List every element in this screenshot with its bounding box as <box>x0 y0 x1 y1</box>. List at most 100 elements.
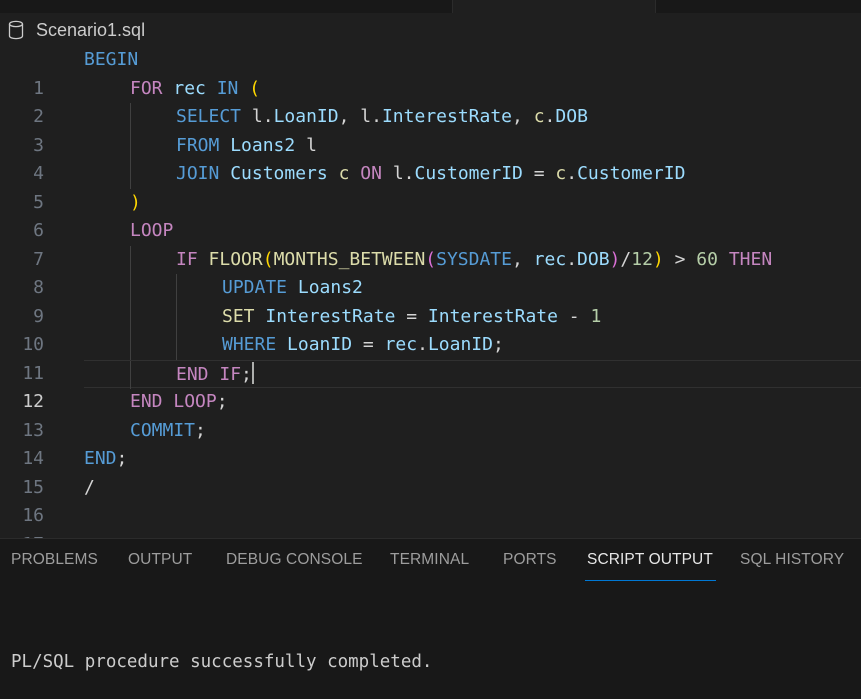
token: ; <box>216 391 228 412</box>
text-cursor <box>251 362 254 384</box>
token: LoanID <box>287 334 353 355</box>
code-line[interactable]: 6 ) <box>0 189 861 242</box>
code-line[interactable]: 8 IF FLOOR(MONTHS_BETWEEN(SYSDATE, rec.D… <box>0 245 861 298</box>
code-line[interactable]: 13 END LOOP; <box>0 388 861 441</box>
token: IF <box>176 248 198 270</box>
tab-debug-console[interactable]: DEBUG CONSOLE <box>226 551 363 569</box>
code-line[interactable]: 9 UPDATE Loans2 <box>0 274 861 327</box>
indent-guide <box>130 131 131 160</box>
code-line[interactable]: 15 END; <box>0 445 861 498</box>
token: c <box>533 106 545 127</box>
token: = <box>352 334 385 355</box>
token: IN <box>216 77 239 99</box>
token: l <box>306 134 317 156</box>
code-line[interactable]: 2 FOR rec IN ( <box>0 75 861 128</box>
token: = <box>395 305 428 327</box>
indent-guide <box>130 274 131 303</box>
token: SELECT <box>176 106 242 127</box>
token: l <box>392 163 404 184</box>
code-line[interactable]: 3 SELECT l.LoanID, l.InterestRate, c.DOB <box>0 103 861 156</box>
tab-ports[interactable]: PORTS <box>503 551 557 569</box>
token: InterestRate <box>265 305 396 327</box>
token: InterestRate <box>381 106 513 127</box>
token: CustomerID <box>414 163 523 184</box>
token: c <box>338 163 350 184</box>
token: ; <box>116 448 128 469</box>
token: , <box>512 106 534 127</box>
editor-tab[interactable] <box>452 0 656 13</box>
code-line-current[interactable]: 12 END IF; <box>0 359 861 412</box>
token: DOB <box>577 248 610 270</box>
token: > <box>663 248 697 270</box>
token: ; <box>492 334 504 355</box>
panel-tab-bar: PROBLEMS OUTPUT DEBUG CONSOLE TERMINAL P… <box>0 539 861 583</box>
indent-guide <box>130 302 131 331</box>
indent-guide <box>130 160 131 189</box>
indent-guide <box>130 331 131 360</box>
code-line[interactable]: 11 WHERE LoanID = rec.LoanID; <box>0 331 861 384</box>
token: BEGIN <box>84 49 139 70</box>
code-editor[interactable]: 1 BEGIN 2 FOR rec IN ( 3 SELECT l.LoanID… <box>0 46 861 555</box>
token: MONTHS_BETWEEN <box>273 248 426 270</box>
indent-guide <box>130 245 131 274</box>
token: FOR <box>130 77 163 99</box>
token: UPDATE <box>222 277 288 298</box>
breadcrumb-file-name[interactable]: Scenario1.sql <box>36 20 145 41</box>
token: Loans2 <box>230 134 296 156</box>
token: FLOOR <box>208 248 263 270</box>
token: . <box>566 248 578 270</box>
token: CustomerID <box>577 163 686 184</box>
token: JOIN <box>176 163 220 184</box>
token: . <box>262 106 274 127</box>
code-line[interactable]: 10 SET InterestRate = InterestRate - 1 <box>0 302 861 355</box>
token: ON <box>360 163 382 184</box>
token: / <box>620 248 632 270</box>
indent-guide <box>130 360 131 389</box>
token: 12 <box>631 248 653 270</box>
tab-output[interactable]: OUTPUT <box>128 551 192 569</box>
indent-guide <box>130 103 131 132</box>
token: rec <box>533 248 567 270</box>
token: / <box>84 476 95 498</box>
token: , <box>511 248 534 270</box>
code-line[interactable]: 14 COMMIT; <box>0 417 861 470</box>
code-line[interactable]: 4 FROM Loans2 l <box>0 131 861 184</box>
token: . <box>417 334 428 355</box>
tab-terminal[interactable]: TERMINAL <box>390 551 469 569</box>
token: . <box>403 163 415 184</box>
token: ( <box>425 248 437 270</box>
bottom-panel: PROBLEMS OUTPUT DEBUG CONSOLE TERMINAL P… <box>0 538 861 699</box>
token: = <box>522 163 556 184</box>
database-icon <box>8 20 26 40</box>
breadcrumb: Scenario1.sql <box>0 13 861 47</box>
token: l <box>251 106 263 127</box>
tab-script-output[interactable]: SCRIPT OUTPUT <box>585 551 716 581</box>
code-line[interactable]: 1 BEGIN <box>0 46 861 99</box>
tab-sql-history[interactable]: SQL HISTORY <box>740 551 844 569</box>
token: . <box>371 106 382 127</box>
indent-guide <box>176 274 177 303</box>
token: FROM <box>176 134 220 156</box>
code-line[interactable]: 7 LOOP <box>0 217 861 270</box>
token: c <box>555 163 567 184</box>
token: l <box>360 106 372 127</box>
token: LoanID <box>273 106 339 127</box>
token: rec <box>384 334 418 355</box>
token: IF <box>219 363 242 385</box>
token: COMMIT <box>130 419 196 441</box>
code-line[interactable]: 17 <box>0 502 861 555</box>
token: 60 <box>696 248 718 270</box>
token: - <box>557 305 591 327</box>
code-line[interactable]: 5 JOIN Customers c ON l.CustomerID = c.C… <box>0 160 861 213</box>
token: LOOP <box>173 391 217 412</box>
tab-problems[interactable]: PROBLEMS <box>11 551 98 569</box>
token: Customers <box>230 163 328 184</box>
token: Loans2 <box>297 277 363 298</box>
token: rec <box>173 77 206 99</box>
code-line[interactable]: 16 / <box>0 474 861 527</box>
token: WHERE <box>222 334 277 355</box>
editor-tab-strip <box>0 0 861 13</box>
token: ) <box>609 248 621 270</box>
token: ; <box>241 363 252 385</box>
token: ( <box>249 77 261 99</box>
